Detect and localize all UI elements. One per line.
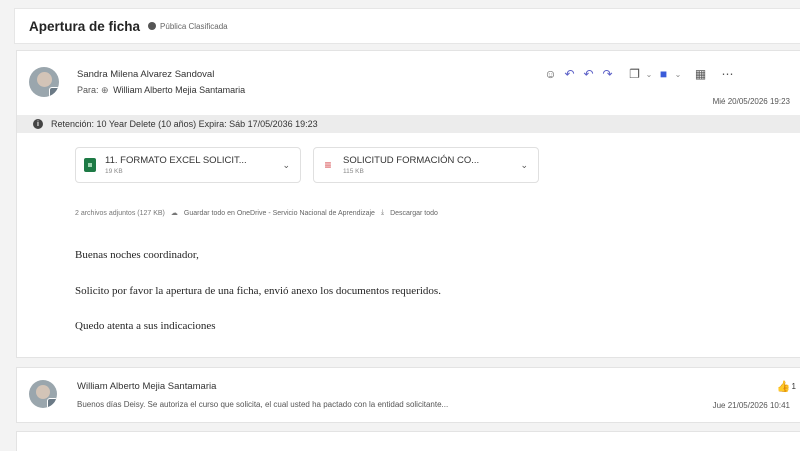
classification-label: Pública Clasificada [160, 21, 228, 31]
to-label: Para: [77, 85, 99, 95]
attachment-excel[interactable]: 11. FORMATO EXCEL SOLICIT... 19 KB ⌄ [75, 147, 301, 183]
copy-dropdown-chevron-icon[interactable]: ⌄ [644, 65, 654, 83]
chevron-down-icon[interactable]: ⌄ [520, 160, 528, 171]
attachments-summary-bar: 2 archivos adjuntos (127 KB) ☁ Guardar t… [75, 209, 438, 217]
reply-all-icon[interactable]: ↶ [579, 65, 598, 83]
sender-name[interactable]: Sandra Milena Alvarez Sandoval [77, 69, 214, 80]
more-options-icon[interactable]: ⋯ [718, 65, 737, 83]
message-actions: ☺ ↶ ↶ ↷ ❐ ⌄ ■ ⌄ ▦ ⋯ [541, 65, 737, 83]
retention-banner: i Retención: 10 Year Delete (10 años) Ex… [17, 115, 800, 133]
download-all-link[interactable]: Descargar todo [390, 210, 438, 217]
attachment-size: 115 KB [343, 168, 364, 175]
attachment-pdf[interactable]: ≡ SOLICITUD FORMACIÓN CO... 115 KB ⌄ [313, 147, 539, 183]
recipient-icon: ⊕ [101, 85, 109, 95]
attachment-size: 19 KB [105, 168, 123, 175]
apps-dropdown-chevron-icon[interactable]: ⌄ [673, 65, 683, 83]
attachments-count: 2 archivos adjuntos (127 KB) [75, 209, 165, 217]
recipient-name[interactable]: William Alberto Mejia Santamaria [113, 85, 245, 95]
cloud-icon: ☁ [170, 210, 178, 217]
chevron-down-icon[interactable]: ⌄ [282, 160, 290, 171]
reply-sender-name[interactable]: William Alberto Mejia Santamaria [77, 381, 216, 392]
apps-icon[interactable]: ■ [654, 65, 673, 83]
subject-title: Apertura de ficha [29, 18, 141, 34]
copy-icon[interactable]: ❐ [625, 65, 644, 83]
next-message-edge [16, 431, 800, 451]
forward-icon[interactable]: ↷ [598, 65, 617, 83]
attachment-name: 11. FORMATO EXCEL SOLICIT... [105, 155, 247, 166]
presence-badge-icon [47, 398, 57, 408]
excel-file-icon [84, 158, 96, 172]
emoji-reaction-icon[interactable]: ☺ [541, 65, 560, 83]
body-paragraph: Solicito por favor la apertura de una fi… [75, 285, 441, 297]
classification-icon [148, 22, 157, 30]
to-line: Para: ⊕ William Alberto Mejia Santamaria [77, 85, 245, 96]
download-icon: ⤓ [380, 209, 385, 216]
conversation-header: Apertura de ficha Pública Clasificada [14, 8, 800, 44]
reply-preview: Buenos días Deisy. Se autoriza el curso … [77, 400, 449, 409]
like-count: 1 [791, 382, 796, 391]
reply-sender-avatar[interactable] [29, 380, 57, 408]
message-card: Sandra Milena Alvarez Sandoval Para: ⊕ W… [16, 50, 800, 358]
reply-date: Jue 21/05/2026 10:41 [712, 401, 790, 410]
body-paragraph: Buenas noches coordinador, [75, 249, 199, 261]
reply-message-collapsed[interactable]: William Alberto Mejia Santamaria Buenos … [16, 367, 800, 423]
presence-badge-icon [49, 87, 59, 97]
thumbs-up-icon: 👍 [776, 381, 791, 393]
retention-text: Retención: 10 Year Delete (10 años) Expi… [51, 119, 318, 129]
message-date: Mié 20/05/2026 19:23 [712, 97, 790, 106]
reply-icon[interactable]: ↶ [560, 65, 579, 83]
body-paragraph: Quedo atenta a sus indicaciones [75, 320, 216, 332]
info-icon: i [33, 119, 43, 129]
sender-avatar[interactable] [29, 67, 59, 97]
save-to-onedrive-link[interactable]: Guardar todo en OneDrive - Servicio Naci… [184, 210, 375, 217]
attachment-name: SOLICITUD FORMACIÓN CO... [343, 155, 480, 166]
grid-view-icon[interactable]: ▦ [691, 65, 710, 83]
like-reaction[interactable]: 👍 1 [777, 380, 796, 393]
pdf-file-icon: ≡ [324, 158, 332, 172]
